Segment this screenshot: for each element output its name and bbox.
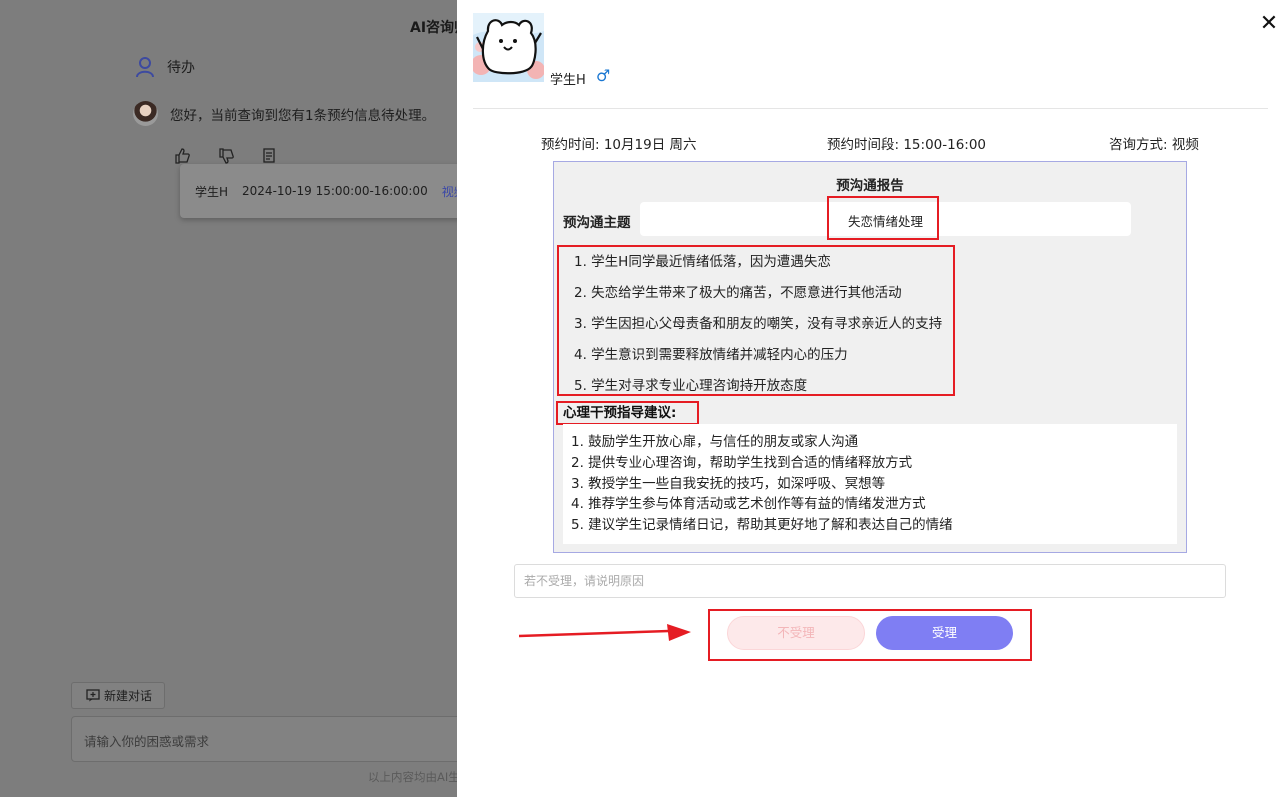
advice-item: 3. 教授学生一些自我安抚的技巧，如深呼吸、冥想等 [571,475,886,492]
student-name: 学生H [550,73,586,88]
report-point: 2. 失恋给学生带来了极大的痛苦，不愿意进行其他活动 [574,285,902,301]
appointment-date: 预约时间: 10月19日 周六 [541,137,697,153]
thumbs-up-icon[interactable] [174,148,190,164]
topic-label: 预沟通主题 [563,215,631,231]
advice-item: 2. 提供专业心理咨询，帮助学生找到合适的情绪释放方式 [571,454,913,471]
pre-communication-report: 预沟通报告 预沟通主题 失恋情绪处理 1. 学生H同学最近情绪低落，因为遭遇失恋… [553,161,1187,553]
reject-button[interactable]: 不受理 [727,616,865,650]
report-title: 预沟通报告 [836,178,904,194]
new-chat-label: 新建对话 [104,689,153,703]
todo-label: 待办 [167,60,195,76]
advice-list: 1. 鼓励学生开放心扉，与信任的朋友或家人沟通 2. 提供专业心理咨询，帮助学生… [563,424,1177,544]
todo-row[interactable]: 待办 [135,56,195,78]
chat-input[interactable]: 请输入你的困惑或需求 [71,716,457,762]
message-actions [174,148,276,164]
appointment-drawer: ✕ 学生H ♂ 预约时间: 10月19日 周六 预约时间段: 15:00-16:… [457,0,1280,797]
appointment-student: 学生H [195,184,229,199]
header-divider [473,108,1268,109]
advice-item: 4. 推荐学生参与体育活动或艺术创作等有益的情绪发泄方式 [571,496,926,513]
advice-item: 5. 建议学生记录情绪日记，帮助其更好地了解和表达自己的情绪 [571,517,953,534]
chat-input-placeholder: 请输入你的困惑或需求 [84,734,210,749]
topic-highlight-box [827,196,939,240]
page-title: AI咨询师 [410,20,457,36]
consult-mode: 咨询方式: 视频 [1109,137,1199,153]
assistant-message: 您好，当前查询到您有1条预约信息待处理。 [133,101,435,126]
report-point: 4. 学生意识到需要释放情绪并减轻内心的压力 [574,347,848,363]
accept-button[interactable]: 受理 [876,616,1013,650]
rejection-reason-placeholder: 若不受理，请说明原因 [524,574,645,588]
assistant-avatar [133,101,158,126]
appointment-time: 2024-10-19 15:00:00-16:00:00 [242,184,428,198]
new-chat-button[interactable]: 新建对话 [71,682,165,709]
appointment-card[interactable]: 学生H 2024-10-19 15:00:00-16:00:00 视频 [180,164,457,218]
copy-icon[interactable] [262,148,276,164]
chat-background: AI咨询师 待办 您好，当前查询到您有1条预约信息待处理。 学生H 2024-1… [0,0,457,797]
thumbs-down-icon[interactable] [218,148,234,164]
advice-title: 心理干预指导建议: [556,401,699,425]
chat-plus-icon [86,689,100,702]
advice-item: 1. 鼓励学生开放心扉，与信任的朋友或家人沟通 [571,434,859,450]
appointment-mode-link[interactable]: 视频 [442,183,457,200]
male-icon: ♂ [596,66,611,85]
student-avatar [473,13,544,82]
ai-disclaimer: 以上内容均由AI生 [368,770,457,784]
report-point: 3. 学生因担心父母责备和朋友的嘲笑，没有寻求亲近人的支持 [574,316,943,332]
annotation-arrow-icon [519,624,691,641]
report-points: 1. 学生H同学最近情绪低落，因为遭遇失恋 2. 失恋给学生带来了极大的痛苦，不… [557,245,955,396]
close-icon[interactable]: ✕ [1259,13,1279,35]
appointment-slot: 预约时间段: 15:00-16:00 [827,137,987,153]
report-point: 1. 学生H同学最近情绪低落，因为遭遇失恋 [574,254,831,270]
user-icon [136,57,154,78]
message-text: 您好，当前查询到您有1条预约信息待处理。 [170,107,436,124]
rejection-reason-input[interactable]: 若不受理，请说明原因 [514,564,1226,598]
